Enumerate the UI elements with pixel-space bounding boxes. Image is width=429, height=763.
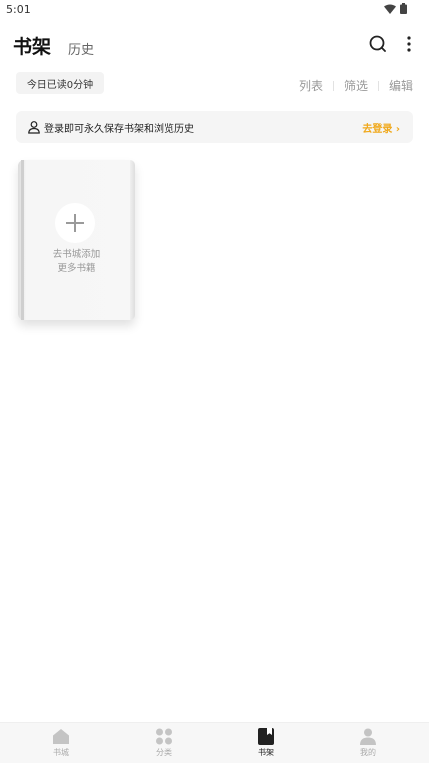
- shelf-toolbar: 列表 筛选 编辑: [299, 77, 413, 94]
- battery-icon: [400, 3, 407, 14]
- book-spine: [21, 160, 24, 320]
- login-link[interactable]: 去登录 ›: [362, 120, 400, 135]
- list-view-button[interactable]: 列表: [299, 77, 323, 94]
- category-icon: [156, 728, 172, 745]
- nav-label-bookshelf: 书架: [258, 748, 274, 757]
- nav-label-profile: 我的: [360, 748, 376, 757]
- bookshelf-icon: [258, 728, 274, 745]
- edit-button[interactable]: 编辑: [389, 77, 413, 94]
- profile-icon: [360, 728, 376, 745]
- home-icon: [53, 729, 69, 744]
- login-banner[interactable]: 登录即可永久保存书架和浏览历史 去登录 ›: [16, 111, 413, 143]
- status-icons: [384, 3, 407, 14]
- user-icon: [28, 121, 40, 134]
- add-book-line-1: 去书城添加: [52, 249, 101, 260]
- divider: [332, 80, 334, 91]
- login-prompt-text: 登录即可永久保存书架和浏览历史: [44, 124, 194, 135]
- divider: [377, 80, 379, 91]
- nav-item-bookshelf[interactable]: 书架: [241, 728, 291, 762]
- add-book-text: 去书城添加 更多书籍: [18, 248, 135, 276]
- add-icon[interactable]: [55, 203, 95, 243]
- add-book-card[interactable]: 去书城添加 更多书籍: [18, 160, 135, 320]
- add-book-line-2: 更多书籍: [57, 263, 96, 274]
- more-options-icon[interactable]: [403, 34, 415, 54]
- reading-time-badge: 今日已读0分钟: [16, 72, 104, 94]
- wifi-icon: [384, 4, 396, 14]
- tab-history[interactable]: 历史: [68, 39, 94, 58]
- header: 书架 历史: [0, 28, 429, 64]
- status-bar: 5:01: [0, 0, 429, 20]
- search-icon[interactable]: [368, 34, 388, 54]
- nav-label-category: 分类: [156, 748, 172, 757]
- nav-label-bookstore: 书城: [53, 748, 69, 757]
- bottom-nav: 书城 分类 书架 我的: [0, 722, 429, 763]
- nav-item-category[interactable]: 分类: [139, 728, 189, 762]
- nav-item-bookstore[interactable]: 书城: [36, 728, 86, 762]
- tab-bookshelf[interactable]: 书架: [13, 32, 51, 59]
- status-time: 5:01: [6, 3, 31, 16]
- nav-item-profile[interactable]: 我的: [343, 728, 393, 762]
- book-edge: [130, 160, 135, 320]
- filter-button[interactable]: 筛选: [344, 77, 368, 94]
